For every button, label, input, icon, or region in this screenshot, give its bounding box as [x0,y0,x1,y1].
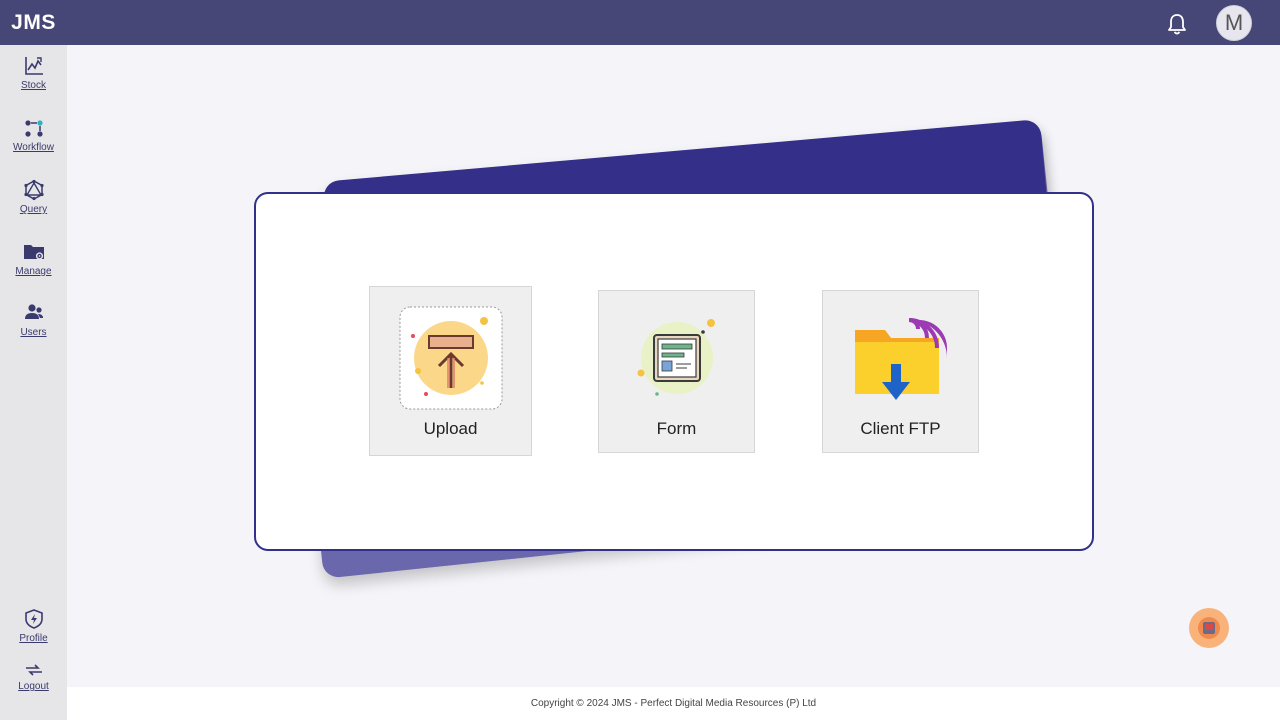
user-avatar[interactable]: M [1216,5,1252,41]
query-icon [23,179,44,201]
sidebar-item-label: Users [20,327,47,338]
form-tile-label: Form [656,419,697,438]
client-ftp-tile[interactable]: Client FTP [822,290,979,453]
footer-copyright: Copyright © 2024 JMS - Perfect Digital M… [67,687,1280,720]
top-bar: JMS M [0,0,1280,45]
sidebar-item-users[interactable]: Users [0,302,67,354]
help-chat-icon [1198,617,1220,639]
main-card: Upload Form Client FTP [254,192,1094,551]
logout-icon [25,664,42,676]
form-tile[interactable]: Form [598,290,755,453]
sidebar-item-workflow[interactable]: Workflow [0,117,67,169]
sidebar-item-label: Workflow [13,142,54,153]
upload-tile-label: Upload [423,419,478,438]
upload-tile[interactable]: Upload [369,286,532,456]
floating-help-button[interactable] [1189,608,1229,648]
notification-bell-icon[interactable] [1164,11,1190,37]
sidebar-item-query[interactable]: Query [0,179,67,231]
sidebar-item-label: Manage [15,266,52,277]
sidebar-item-stock[interactable]: Stock [0,55,67,107]
workflow-icon [24,120,43,137]
sidebar-item-label: Stock [20,80,46,91]
sidebar: Stock Workflow Query Manage Users Profil… [0,45,67,720]
form-icon [637,319,715,396]
sidebar-item-manage[interactable]: Manage [0,241,67,293]
users-icon [24,304,43,319]
sidebar-item-logout[interactable]: Logout [0,662,67,714]
sidebar-item-label: Profile [19,633,48,644]
stock-chart-icon [24,57,43,75]
sidebar-item-label: Query [19,204,48,215]
upload-icon [399,306,503,410]
sidebar-item-profile[interactable]: Profile [0,608,67,660]
brand-logo[interactable]: JMS [0,0,67,45]
client-ftp-tile-label: Client FTP [860,419,941,438]
profile-shield-icon [24,609,43,629]
sidebar-item-label: Logout [18,681,49,692]
manage-folder-icon [23,245,44,260]
client-ftp-icon [855,318,947,400]
